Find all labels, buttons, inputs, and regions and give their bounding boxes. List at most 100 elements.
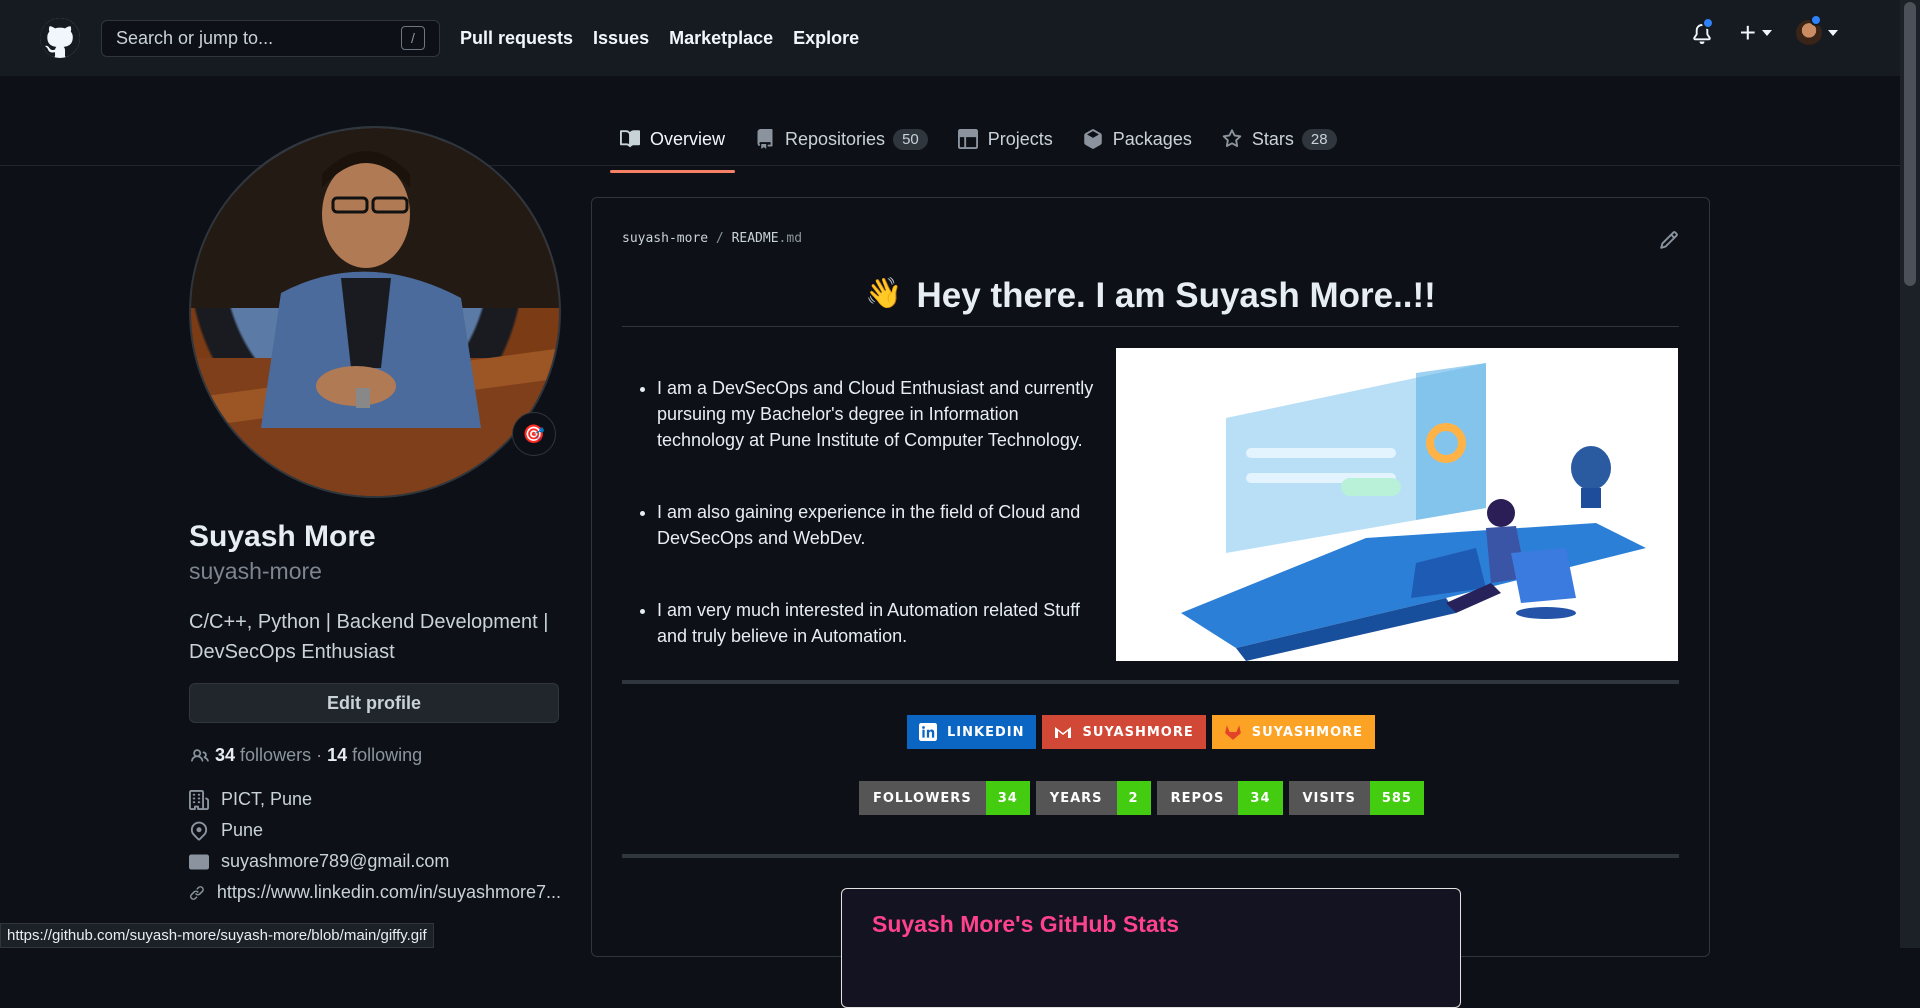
chevron-down-icon: [1762, 30, 1772, 36]
website-item[interactable]: https://www.linkedin.com/in/suyashmore7.…: [189, 877, 561, 908]
website-text: https://www.linkedin.com/in/suyashmore7.…: [217, 882, 561, 903]
readme-card: suyash-more / README.md 👋 Hey there. I a…: [591, 197, 1710, 957]
badge-value: 2: [1117, 781, 1151, 815]
tab-stars[interactable]: Stars 28: [1212, 118, 1347, 160]
badge-label: SUYASHMORE: [1082, 725, 1193, 740]
visits-badge[interactable]: VISITS 585: [1289, 781, 1424, 815]
readme-file-base: README: [732, 231, 779, 246]
readme-path: suyash-more / README.md: [622, 231, 802, 246]
book-icon: [620, 129, 640, 149]
user-menu-dropdown[interactable]: [1796, 20, 1838, 46]
email-item[interactable]: suyashmore789@gmail.com: [189, 846, 561, 877]
following-count: 14: [327, 745, 347, 766]
header-actions: +: [1692, 19, 1838, 47]
github-logo-icon[interactable]: [40, 18, 80, 58]
link-preview-statusbar: https://github.com/suyash-more/suyash-mo…: [0, 923, 434, 948]
badge-label: REPOS: [1157, 781, 1239, 815]
nav-issues[interactable]: Issues: [593, 28, 649, 49]
followers-count: 34: [215, 745, 235, 766]
tab-label: Packages: [1113, 129, 1192, 150]
search-shortcut-key: /: [401, 26, 425, 50]
badge-label: SUYASHMORE: [1252, 725, 1363, 740]
badge-value: 34: [1238, 781, 1282, 815]
avatar: [1796, 20, 1822, 46]
tab-label: Stars: [1252, 129, 1294, 150]
developer-desk-illustration: [1116, 348, 1678, 661]
mail-icon: [189, 852, 209, 872]
tab-label: Projects: [988, 129, 1053, 150]
tab-projects[interactable]: Projects: [948, 118, 1063, 160]
email-text: suyashmore789@gmail.com: [221, 851, 449, 872]
readme-illustration-image[interactable]: [1116, 348, 1678, 661]
profile-bio: C/C++, Python | Backend Development | De…: [189, 607, 561, 667]
plus-icon: +: [1740, 19, 1756, 47]
gitlab-badge[interactable]: SUYASHMORE: [1212, 715, 1375, 749]
badge-label: FOLLOWERS: [859, 781, 986, 815]
gmail-badge[interactable]: SUYASHMORE: [1042, 715, 1205, 749]
followers-badge[interactable]: FOLLOWERS 34: [859, 781, 1030, 815]
readme-owner-link[interactable]: suyash-more: [622, 231, 708, 246]
scrollbar-thumb[interactable]: [1904, 2, 1916, 286]
section-divider: [622, 854, 1679, 858]
tab-label: Repositories: [785, 129, 885, 150]
nav-explore[interactable]: Explore: [793, 28, 859, 49]
tab-overview[interactable]: Overview: [610, 118, 735, 160]
edit-profile-button[interactable]: Edit profile: [189, 683, 559, 723]
tab-packages[interactable]: Packages: [1073, 118, 1202, 160]
section-divider: [622, 680, 1679, 684]
nav-pull-requests[interactable]: Pull requests: [460, 28, 573, 49]
following-label: following: [352, 745, 422, 766]
tab-repositories[interactable]: Repositories 50: [745, 118, 938, 160]
location-pin-icon: [189, 821, 209, 841]
badge-label: YEARS: [1036, 781, 1117, 815]
status-dot: [1810, 14, 1822, 26]
readme-heading: 👋 Hey there. I am Suyash More..!!: [622, 276, 1679, 327]
organization-icon: [189, 790, 209, 810]
years-badge[interactable]: YEARS 2: [1036, 781, 1151, 815]
location-text: Pune: [221, 820, 263, 841]
edit-readme-pencil-icon[interactable]: [1659, 230, 1679, 255]
stat-badges: FOLLOWERS 34 YEARS 2 REPOS 34 VISITS 585: [859, 781, 1424, 815]
set-status-button[interactable]: 🎯: [512, 412, 556, 456]
notifications-bell-icon[interactable]: [1692, 20, 1716, 46]
stats-card-title: Suyash More's GitHub Stats: [872, 911, 1179, 938]
repositories-count-badge: 50: [893, 129, 928, 150]
badge-value: 585: [1370, 781, 1424, 815]
badge-value: 34: [986, 781, 1030, 815]
badge-label: VISITS: [1289, 781, 1370, 815]
unread-indicator: [1702, 17, 1714, 29]
linkedin-badge[interactable]: LINKEDIN: [907, 715, 1036, 749]
followers-link[interactable]: 34 followers: [215, 745, 311, 766]
page-scrollbar[interactable]: [1900, 0, 1920, 948]
profile-sidebar: 🎯 Suyash More suyash-more C/C++, Python …: [189, 126, 561, 908]
profile-photo: [191, 128, 561, 498]
location-item: Pune: [189, 815, 561, 846]
search-placeholder: Search or jump to...: [116, 28, 273, 49]
github-stats-card[interactable]: Suyash More's GitHub Stats: [841, 888, 1461, 1008]
company-text: PICT, Pune: [221, 789, 312, 810]
followers-label: followers: [240, 745, 311, 766]
gitlab-icon: [1224, 723, 1242, 741]
profile-username: suyash-more: [189, 558, 561, 585]
tab-label: Overview: [650, 129, 725, 150]
table-icon: [958, 129, 978, 149]
global-header: Search or jump to... / Pull requests Iss…: [0, 0, 1900, 76]
readme-file-ext: .md: [779, 231, 802, 246]
nav-marketplace[interactable]: Marketplace: [669, 28, 773, 49]
create-new-dropdown[interactable]: +: [1740, 19, 1772, 47]
following-link[interactable]: 14 following: [327, 745, 422, 766]
gmail-icon: [1054, 725, 1072, 739]
separator: ·: [311, 745, 327, 766]
repos-badge[interactable]: REPOS 34: [1157, 781, 1283, 815]
readme-file-link[interactable]: README.md: [732, 231, 802, 246]
intro-list: I am a DevSecOps and Cloud Enthusiast an…: [622, 375, 1102, 695]
profile-details: PICT, Pune Pune suyashmore789@gmail.com …: [189, 784, 561, 908]
target-icon: 🎯: [523, 424, 545, 445]
badge-label: LINKEDIN: [947, 725, 1024, 740]
chevron-down-icon: [1828, 30, 1838, 36]
profile-avatar[interactable]: [189, 126, 561, 498]
header-nav: Pull requests Issues Marketplace Explore: [460, 28, 879, 49]
package-icon: [1083, 129, 1103, 149]
people-icon: [189, 747, 211, 765]
search-input[interactable]: Search or jump to... /: [101, 20, 440, 57]
